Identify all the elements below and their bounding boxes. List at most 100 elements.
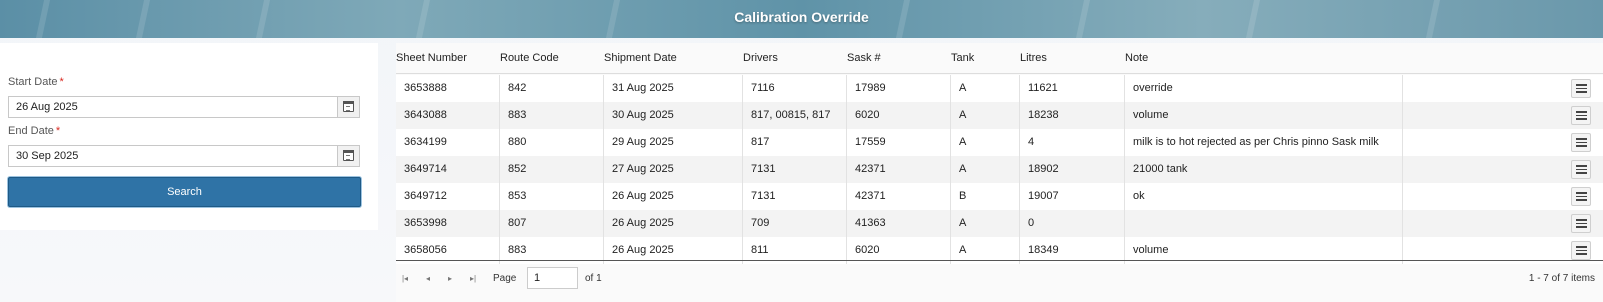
required-mark: * xyxy=(59,76,64,88)
cell-sask: 41363 xyxy=(847,210,951,237)
cell-drivers: 7116 xyxy=(743,75,847,102)
cell-tank: A xyxy=(951,75,1020,102)
cell-sheet-number: 3649714 xyxy=(396,156,500,183)
cell-sask: 6020 xyxy=(847,102,951,129)
table-row[interactable]: 3649714 852 27 Aug 2025 7131 42371 A 18902 2100… xyxy=(396,156,1603,183)
row-details-button[interactable] xyxy=(1571,133,1591,152)
table-row[interactable]: 3643088 883 30 Aug 2025 817, 00815, 817 6020… xyxy=(396,102,1603,129)
cell-litres: 18902 xyxy=(1020,156,1125,183)
items-count: 1 - 7 of 7 items xyxy=(1528,273,1595,284)
end-date-calendar-button[interactable] xyxy=(337,146,359,166)
table-row[interactable]: 3634199 880 29 Aug 2025 817 17559 A 4 milk is t… xyxy=(396,129,1603,156)
first-page-icon[interactable]: |◂ xyxy=(400,274,410,284)
end-date-input[interactable]: 30 Sep 2025 xyxy=(8,145,360,167)
end-date-value: 30 Sep 2025 xyxy=(16,150,79,162)
start-date-input[interactable]: 26 Aug 2025 xyxy=(8,96,360,118)
column-header-litres[interactable]: Litres xyxy=(1020,52,1047,64)
column-header-shipment-date[interactable]: Shipment Date xyxy=(604,52,677,64)
cell-note xyxy=(1125,210,1403,237)
cell-note: ok xyxy=(1125,183,1403,210)
cell-route-code: 883 xyxy=(500,102,604,129)
cell-sheet-number: 3653998 xyxy=(396,210,500,237)
row-details-button[interactable] xyxy=(1571,187,1591,206)
cell-litres: 19007 xyxy=(1020,183,1125,210)
cell-tank: B xyxy=(951,183,1020,210)
cell-drivers: 7131 xyxy=(743,156,847,183)
calendar-icon xyxy=(343,101,354,112)
search-button[interactable]: Search xyxy=(8,177,361,207)
table-row[interactable]: 3649712 853 26 Aug 2025 7131 42371 B 19007 ok xyxy=(396,183,1603,210)
cell-litres: 0 xyxy=(1020,210,1125,237)
column-header-note[interactable]: Note xyxy=(1125,52,1148,64)
page-label: Page xyxy=(493,273,517,284)
grid-header: Sheet Number Route Code Shipment Date Dr… xyxy=(396,43,1603,74)
column-header-route-code[interactable]: Route Code xyxy=(500,52,559,64)
cell-litres: 11621 xyxy=(1020,75,1125,102)
cell-route-code: 807 xyxy=(500,210,604,237)
column-header-tank[interactable]: Tank xyxy=(951,52,974,64)
previous-page-icon[interactable]: ◂ xyxy=(423,274,433,284)
row-details-button[interactable] xyxy=(1571,79,1591,98)
page-number-input[interactable]: 1 xyxy=(527,267,578,289)
results-grid: Sheet Number Route Code Shipment Date Dr… xyxy=(396,43,1603,302)
table-row[interactable]: 3653888 842 31 Aug 2025 7116 17989 A 11621 over… xyxy=(396,75,1603,102)
cell-tank: A xyxy=(951,102,1020,129)
list-icon xyxy=(1576,246,1587,255)
calendar-icon xyxy=(343,150,354,161)
cell-drivers: 7131 xyxy=(743,183,847,210)
last-page-icon[interactable]: ▸| xyxy=(468,274,478,284)
cell-note: milk is to hot rejected as per Chris pin… xyxy=(1125,129,1403,156)
cell-shipment-date: 30 Aug 2025 xyxy=(604,102,743,129)
column-header-sask[interactable]: Sask # xyxy=(847,52,881,64)
row-details-button[interactable] xyxy=(1571,106,1591,125)
filter-panel: Start Date * 26 Aug 2025 End Date * 30 Sep… xyxy=(0,43,378,230)
next-page-icon[interactable]: ▸ xyxy=(445,274,455,284)
cell-drivers: 709 xyxy=(743,210,847,237)
cell-litres: 4 xyxy=(1020,129,1125,156)
page-title: Calibration Override xyxy=(734,9,869,25)
cell-route-code: 880 xyxy=(500,129,604,156)
cell-drivers: 817, 00815, 817 xyxy=(743,102,847,129)
column-header-sheet-number[interactable]: Sheet Number xyxy=(396,52,467,64)
cell-note: override xyxy=(1125,75,1403,102)
end-date-label: End Date * xyxy=(8,125,60,137)
list-icon xyxy=(1576,111,1587,120)
cell-sask: 42371 xyxy=(847,156,951,183)
cell-shipment-date: 26 Aug 2025 xyxy=(604,183,743,210)
app-header: Calibration Override xyxy=(0,0,1603,38)
start-date-calendar-button[interactable] xyxy=(337,97,359,117)
start-date-label: Start Date * xyxy=(8,76,64,88)
cell-sask: 17559 xyxy=(847,129,951,156)
cell-tank: A xyxy=(951,129,1020,156)
end-date-label-text: End Date xyxy=(8,125,54,137)
cell-sheet-number: 3653888 xyxy=(396,75,500,102)
cell-note: volume xyxy=(1125,102,1403,129)
cell-tank: A xyxy=(951,210,1020,237)
cell-note: 21000 tank xyxy=(1125,156,1403,183)
cell-route-code: 842 xyxy=(500,75,604,102)
cell-shipment-date: 29 Aug 2025 xyxy=(604,129,743,156)
cell-sheet-number: 3634199 xyxy=(396,129,500,156)
cell-tank: A xyxy=(951,156,1020,183)
cell-shipment-date: 31 Aug 2025 xyxy=(604,75,743,102)
row-details-button[interactable] xyxy=(1571,160,1591,179)
cell-litres: 18238 xyxy=(1020,102,1125,129)
cell-drivers: 817 xyxy=(743,129,847,156)
list-icon xyxy=(1576,165,1587,174)
column-header-drivers[interactable]: Drivers xyxy=(743,52,778,64)
cell-sheet-number: 3643088 xyxy=(396,102,500,129)
cell-sheet-number: 3649712 xyxy=(396,183,500,210)
list-icon xyxy=(1576,192,1587,201)
table-row[interactable]: 3653998 807 26 Aug 2025 709 41363 A 0 xyxy=(396,210,1603,237)
row-details-button[interactable] xyxy=(1571,214,1591,233)
cell-route-code: 852 xyxy=(500,156,604,183)
row-details-button[interactable] xyxy=(1571,241,1591,260)
start-date-label-text: Start Date xyxy=(8,76,58,88)
cell-shipment-date: 27 Aug 2025 xyxy=(604,156,743,183)
pager: |◂ ◂ ▸ ▸| Page 1 of 1 1 - 7 of 7 items xyxy=(396,261,1603,296)
start-date-value: 26 Aug 2025 xyxy=(16,101,78,113)
page-count: of 1 xyxy=(585,273,602,284)
cell-sask: 42371 xyxy=(847,183,951,210)
cell-sask: 17989 xyxy=(847,75,951,102)
required-mark: * xyxy=(55,125,61,137)
